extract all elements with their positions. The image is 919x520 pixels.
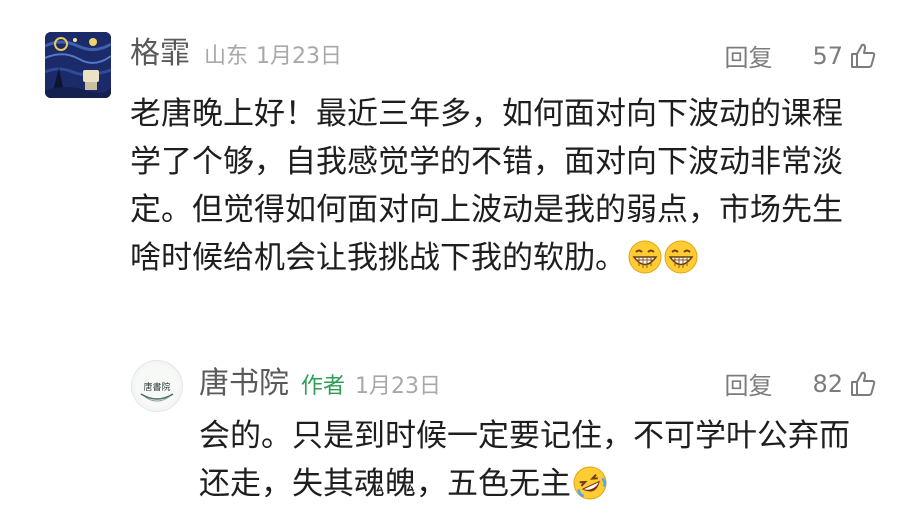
reply-date: 1月23日 <box>355 374 442 399</box>
thumbs-up-icon[interactable] <box>849 42 877 70</box>
reply-actions: 回复 82 <box>724 366 877 401</box>
commenter-name[interactable]: 格霏 <box>130 36 190 72</box>
reply-text: 会的。只是到时候一定要记住，不可学叶公弃而还走，失其魂魄，五色无主 <box>199 412 869 508</box>
reply-body: 会的。只是到时候一定要记住，不可学叶公弃而还走，失其魂魄，五色无主 <box>199 418 850 502</box>
avatar-text: 唐書院 <box>143 381 170 393</box>
comment-meta: 山东 1月23日 <box>204 38 342 70</box>
like-count: 82 <box>812 369 843 398</box>
comment-date: 1月23日 <box>256 44 343 69</box>
grinning-face-emoji <box>628 240 662 274</box>
comment-header: 格霏 山东 1月23日 <box>130 36 342 72</box>
author-avatar[interactable]: 唐書院 <box>131 360 183 412</box>
location: 山东 <box>204 44 249 69</box>
author-name[interactable]: 唐书院 <box>199 366 289 402</box>
avatar-image <box>45 32 111 98</box>
avatar[interactable] <box>45 32 111 98</box>
grinning-face-emoji <box>664 240 698 274</box>
comment-text: 老唐晚上好！最近三年多，如何面对向下波动的课程学了个够，自我感觉学的不错，面对向… <box>130 90 860 282</box>
reply-button[interactable]: 回复 <box>724 366 772 401</box>
reply-button[interactable]: 回复 <box>724 38 772 73</box>
comment-body: 老唐晚上好！最近三年多，如何面对向下波动的课程学了个够，自我感觉学的不错，面对向… <box>130 96 843 276</box>
comment-actions: 回复 57 <box>724 38 877 73</box>
thumbs-up-icon[interactable] <box>849 370 877 398</box>
avatar-logo: 唐書院 <box>135 364 179 408</box>
like-count: 57 <box>812 41 843 70</box>
reply-header: 唐书院 作者 1月23日 <box>199 366 441 402</box>
rolling-on-floor-laughing-emoji <box>573 466 607 500</box>
author-badge: 作者 <box>301 374 346 399</box>
